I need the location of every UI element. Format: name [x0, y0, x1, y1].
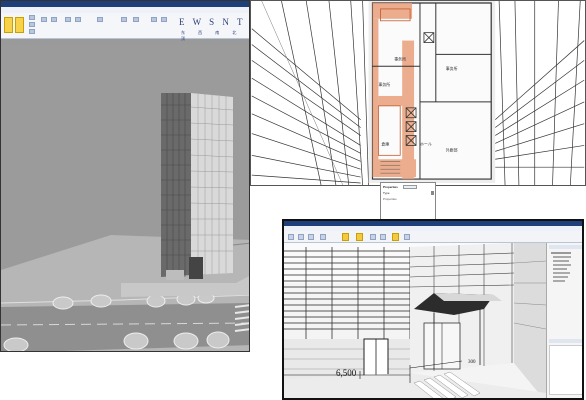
ribbon-icon[interactable] [404, 234, 410, 240]
ribbon-icon[interactable] [29, 15, 35, 20]
tree-item[interactable] [553, 272, 570, 274]
room-label: 事务所 [378, 82, 390, 87]
3d-viewport[interactable] [284, 243, 546, 400]
orbit-tool-button[interactable] [15, 17, 24, 33]
view-compass-sub: 东 西 南 北 顶 [181, 30, 243, 41]
properties-header: Properties [383, 185, 398, 189]
ribbon-icon[interactable] [298, 234, 304, 240]
ribbon-icon[interactable] [75, 17, 81, 22]
ribbon-icon[interactable] [370, 234, 376, 240]
room-label: 外廊部 [446, 147, 458, 152]
right-side-panel [546, 243, 582, 398]
close-icon[interactable] [431, 191, 434, 195]
ribbon-icon[interactable] [151, 17, 157, 22]
room-label: ホール [420, 141, 432, 146]
floor-plan-perspective-window[interactable]: 事务所 事务所 事务所 外廊部 倉庫 ホール [250, 0, 586, 186]
tree-item[interactable] [553, 260, 569, 262]
ribbon-icon[interactable] [161, 17, 167, 22]
properties-dropdown[interactable] [403, 185, 417, 189]
interior-3d-window: 6,500 300 [282, 219, 584, 400]
orbit-tool-button[interactable] [356, 233, 363, 241]
dimension-label: 6,500 [336, 368, 357, 378]
select-tool-button[interactable] [4, 17, 13, 33]
ribbon-icon[interactable] [29, 29, 35, 34]
view-compass-letters[interactable]: E W S N T [179, 17, 246, 27]
panel-header [549, 339, 582, 343]
ribbon-icon[interactable] [121, 17, 127, 22]
tree-item[interactable] [551, 252, 571, 254]
properties-grid[interactable] [549, 345, 582, 395]
ribbon-toolbar [284, 231, 582, 243]
ribbon-icon[interactable] [380, 234, 386, 240]
ribbon-icon[interactable] [320, 234, 326, 240]
room-label: 事务所 [394, 56, 406, 61]
walk-tool-button[interactable] [392, 233, 399, 241]
room-label: 事务所 [446, 66, 458, 71]
ribbon-icon[interactable] [133, 17, 139, 22]
exterior-3d-window: E W S N T 东 西 南 北 顶 [0, 0, 250, 352]
ribbon-icon[interactable] [65, 17, 71, 22]
ribbon-icon[interactable] [51, 17, 57, 22]
properties-popup: Properties Type Properties [380, 182, 436, 220]
properties-type-label: Type [383, 191, 390, 195]
tree-item[interactable] [553, 276, 568, 278]
ribbon-toolbar: E W S N T 东 西 南 北 顶 [1, 13, 249, 41]
tree-item[interactable] [553, 268, 567, 270]
ribbon-icon[interactable] [97, 17, 103, 22]
properties-section-label: Properties [383, 197, 397, 201]
ribbon-icon[interactable] [41, 17, 47, 22]
select-tool-button[interactable] [342, 233, 349, 241]
3d-viewport[interactable] [1, 45, 250, 352]
tree-item[interactable] [553, 264, 571, 266]
ribbon-icon[interactable] [288, 234, 294, 240]
dimension-label: 300 [468, 360, 476, 365]
ribbon-icon[interactable] [29, 22, 35, 27]
ribbon-icon[interactable] [308, 234, 314, 240]
room-label: 倉庫 [381, 141, 389, 146]
panel-header [549, 245, 582, 249]
tree-item[interactable] [553, 280, 565, 282]
tree-item[interactable] [553, 256, 571, 258]
